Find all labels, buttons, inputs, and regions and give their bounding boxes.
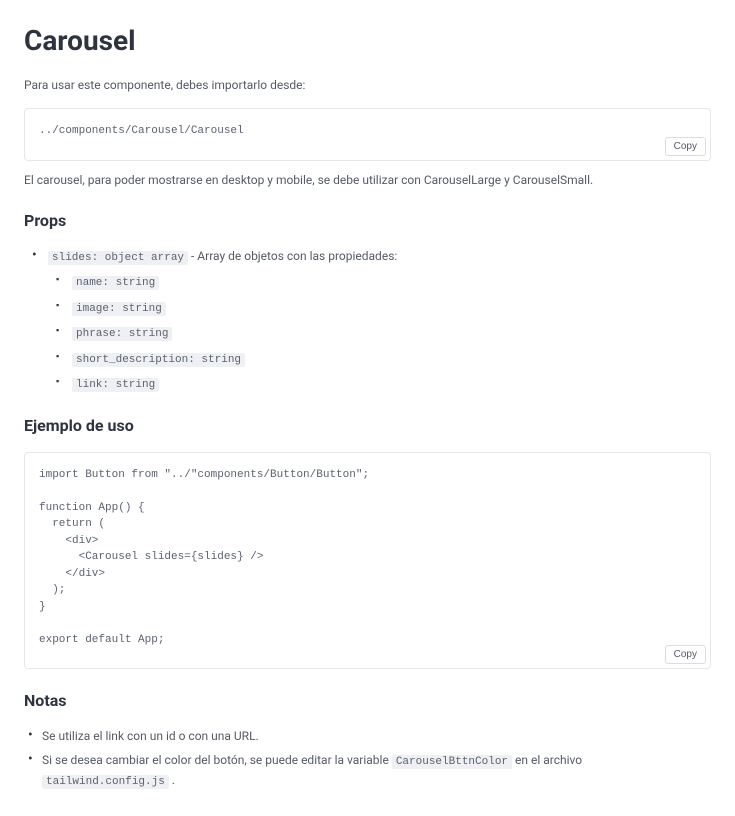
- import-code: ../components/Carousel/Carousel: [39, 123, 696, 140]
- prop-code: slides: object array: [48, 251, 188, 265]
- props-list: slides: object array - Array de objetos …: [24, 247, 711, 394]
- prop-desc: - Array de objetos con las propiedades:: [188, 249, 397, 263]
- prop-sub-code: image: string: [72, 302, 166, 316]
- list-item: link: string: [48, 374, 711, 394]
- prop-sub-code: name: string: [72, 276, 159, 290]
- example-heading: Ejemplo de uso: [24, 414, 711, 438]
- note-text: .: [169, 773, 175, 787]
- props-heading: Props: [24, 209, 711, 233]
- list-item: image: string: [48, 298, 711, 318]
- intro-text: Para usar este componente, debes importa…: [24, 76, 711, 94]
- copy-button[interactable]: Copy: [665, 645, 706, 664]
- prop-sub-code: short_description: string: [72, 353, 245, 367]
- description-text: El carousel, para poder mostrarse en des…: [24, 171, 711, 189]
- notes-heading: Notas: [24, 689, 711, 713]
- list-item: Si se desea cambiar el color del botón, …: [24, 751, 711, 790]
- example-code-block: import Button from "../"components/Butto…: [24, 452, 711, 670]
- note-text: Si se desea cambiar el color del botón, …: [42, 753, 392, 767]
- note-text: en el archivo: [512, 753, 582, 767]
- copy-button[interactable]: Copy: [665, 137, 706, 156]
- page-title: Carousel: [24, 20, 711, 62]
- note-code: CarouselBttnColor: [392, 755, 512, 769]
- prop-sub-code: link: string: [72, 378, 159, 392]
- list-item: name: string: [48, 272, 711, 292]
- prop-sub-code: phrase: string: [72, 327, 172, 341]
- props-item: slides: object array - Array de objetos …: [24, 247, 711, 394]
- props-sublist: name: string image: string phrase: strin…: [48, 272, 711, 394]
- list-item: phrase: string: [48, 323, 711, 343]
- example-code: import Button from "../"components/Butto…: [39, 467, 696, 649]
- import-code-block: ../components/Carousel/Carousel Copy: [24, 108, 711, 161]
- list-item: short_description: string: [48, 349, 711, 369]
- notes-list: Se utiliza el link con un id o con una U…: [24, 727, 711, 790]
- list-item: Se utiliza el link con un id o con una U…: [24, 727, 711, 745]
- note-code: tailwind.config.js: [42, 775, 169, 789]
